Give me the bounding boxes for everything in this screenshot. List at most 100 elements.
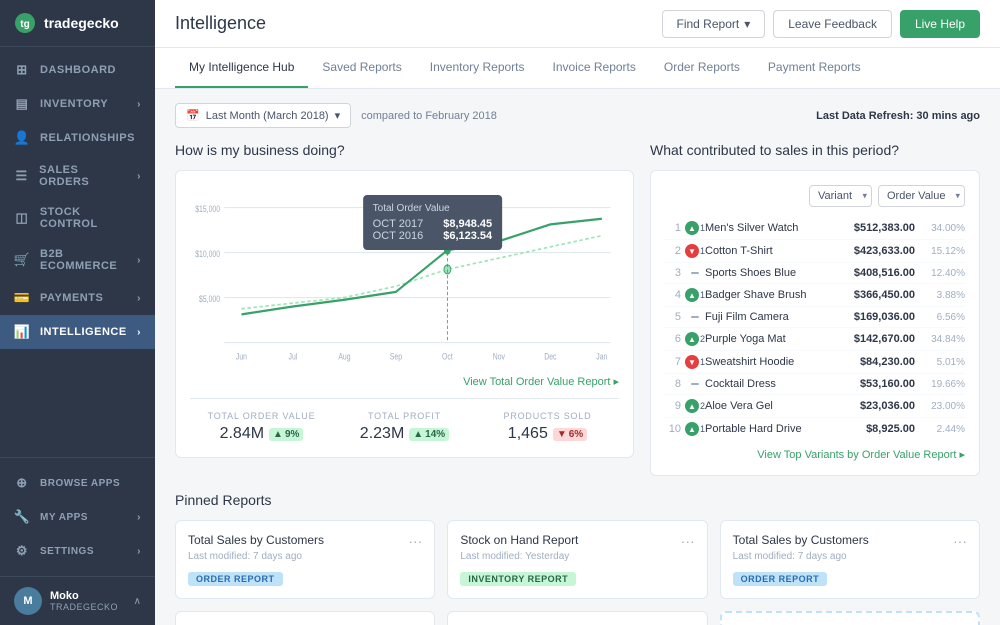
table-row: 7 ▼1 Sweatshirt Hoodie $84,230.00 5.01% [665, 351, 965, 374]
find-report-button[interactable]: Find Report ▾ [662, 10, 766, 38]
row-pct: 5.01% [915, 357, 965, 368]
live-help-button[interactable]: Live Help [900, 10, 980, 38]
row-number: 3 [665, 267, 685, 279]
neutral-indicator [691, 383, 699, 385]
row-indicator: ▲2 [685, 332, 705, 346]
view-variants-link[interactable]: View Top Variants by Order Value Report … [665, 448, 965, 461]
leave-feedback-button[interactable]: Leave Feedback [773, 10, 892, 38]
sidebar-item-dashboard[interactable]: ⊞ Dashboard [0, 53, 155, 87]
chevron-right-icon-5: › [137, 327, 141, 338]
report-tag: ORDER REPORT [733, 572, 828, 586]
chart-view-link[interactable]: View Total Order Value Report ▸ [190, 375, 619, 388]
sidebar-item-relationships[interactable]: 👤 Relationships [0, 121, 155, 155]
row-pct: 3.88% [915, 290, 965, 301]
row-pct: 6.56% [915, 312, 965, 323]
tab-order[interactable]: Order Reports [650, 48, 754, 88]
report-card-3: Sales Commission February 2018 ··· Last … [175, 611, 435, 625]
main-content: Intelligence Find Report ▾ Leave Feedbac… [155, 0, 1000, 625]
report-tag: ORDER REPORT [188, 572, 283, 586]
report-menu-button[interactable]: ··· [681, 533, 695, 549]
sidebar-label-stock-control: Stock Control [40, 206, 141, 230]
variant-select[interactable]: Variant [809, 185, 872, 207]
tab-hub[interactable]: My Intelligence Hub [175, 48, 308, 88]
stat-total-order-value: Total Order Value 2.84M ▲ 9% [190, 411, 333, 443]
variant-select-wrapper: Variant [809, 185, 872, 207]
chevron-right-icon: › [137, 99, 141, 110]
tab-inventory[interactable]: Inventory Reports [416, 48, 539, 88]
svg-text:Jan: Jan [596, 352, 607, 362]
row-pct: 34.00% [915, 223, 965, 234]
sales-table: 1 ▲1 Men's Silver Watch $512,383.00 34.0… [665, 217, 965, 440]
row-pct: 19.66% [915, 379, 965, 390]
stat-badge-products: ▼ 6% [553, 428, 587, 441]
relationships-icon: 👤 [14, 130, 30, 146]
content-area: 📅 Last Month (March 2018) ▾ compared to … [155, 89, 1000, 625]
row-indicator: ▲2 [685, 399, 705, 413]
report-card-0: Total Sales by Customers ··· Last modifi… [175, 520, 435, 599]
period-filter-button[interactable]: 📅 Last Month (March 2018) ▾ [175, 103, 351, 128]
report-menu-button[interactable]: ··· [408, 533, 422, 549]
sidebar-item-my-apps[interactable]: 🔧 My Apps › [0, 500, 155, 534]
stock-control-icon: ◫ [14, 210, 30, 226]
sidebar-label-my-apps: My Apps [40, 512, 88, 523]
svg-text:tg: tg [20, 19, 29, 30]
sidebar-item-sales-orders[interactable]: ☰ Sales Orders › [0, 155, 155, 197]
table-row: 10 ▲1 Portable Hard Drive $8,925.00 2.44… [665, 418, 965, 440]
logo-text: tradegecko [44, 15, 119, 31]
up-indicator: ▲ [685, 288, 699, 302]
sidebar-item-browse-apps[interactable]: ⊕ Browse Apps [0, 466, 155, 500]
row-value: $423,633.00 [825, 245, 915, 257]
sidebar-item-payments[interactable]: 💳 Payments › [0, 281, 155, 315]
row-name: Men's Silver Watch [705, 222, 825, 234]
sidebar-user[interactable]: M Moko Tradegecko ∧ [0, 576, 155, 625]
report-date: Last modified: Yesterday [460, 551, 694, 562]
row-name: Portable Hard Drive [705, 423, 825, 435]
tab-saved[interactable]: Saved Reports [308, 48, 415, 88]
svg-text:Jul: Jul [289, 352, 298, 362]
row-value: $366,450.00 [825, 289, 915, 301]
sales-orders-icon: ☰ [14, 168, 29, 184]
report-name: Stock on Hand Report [460, 533, 578, 547]
sidebar-label-settings: Settings [40, 546, 94, 557]
chevron-right-icon-7: › [137, 546, 141, 557]
svg-text:Jun: Jun [236, 352, 247, 362]
chevron-right-icon-4: › [137, 293, 141, 304]
row-name: Aloe Vera Gel [705, 400, 825, 412]
table-row: 8 Cocktail Dress $53,160.00 19.66% [665, 374, 965, 395]
order-value-select[interactable]: Order Value [878, 185, 965, 207]
tab-payment[interactable]: Payment Reports [754, 48, 875, 88]
svg-text:Oct: Oct [442, 352, 453, 362]
sidebar-item-b2b[interactable]: 🛒 B2B Ecommerce › [0, 239, 155, 281]
tab-invoice[interactable]: Invoice Reports [539, 48, 650, 88]
sidebar-item-intelligence[interactable]: 📊 Intelligence › [0, 315, 155, 349]
sidebar-label-relationships: Relationships [40, 132, 135, 144]
report-menu-button[interactable]: ··· [953, 533, 967, 549]
chevron-right-icon-3: › [137, 255, 141, 266]
logo[interactable]: tg tradegecko [0, 0, 155, 47]
sidebar-item-stock-control[interactable]: ◫ Stock Control [0, 197, 155, 239]
row-value: $142,670.00 [825, 333, 915, 345]
pinned-title: Pinned Reports [175, 492, 980, 508]
row-name: Cocktail Dress [705, 378, 825, 390]
down-indicator: ▼ [685, 244, 699, 258]
row-number: 5 [665, 311, 685, 323]
row-value: $84,230.00 [825, 356, 915, 368]
sidebar-item-inventory[interactable]: ▤ Inventory › [0, 87, 155, 121]
row-indicator: ▼1 [685, 244, 705, 258]
topbar: Intelligence Find Report ▾ Leave Feedbac… [155, 0, 1000, 48]
pin-suggestion-card: 📌 Try pinning frequently-accessed report… [720, 611, 980, 625]
sidebar-item-settings[interactable]: ⚙ Settings › [0, 534, 155, 568]
inventory-icon: ▤ [14, 96, 30, 112]
sidebar-label-sales-orders: Sales Orders [39, 164, 127, 188]
order-value-select-wrapper: Order Value [878, 185, 965, 207]
row-number: 7 [665, 356, 685, 368]
table-row: 9 ▲2 Aloe Vera Gel $23,036.00 23.00% [665, 395, 965, 418]
row-number: 9 [665, 400, 685, 412]
browse-apps-icon: ⊕ [14, 475, 30, 491]
row-value: $23,036.00 [825, 400, 915, 412]
reports-grid: Total Sales by Customers ··· Last modifi… [175, 520, 980, 625]
row-value: $408,516.00 [825, 267, 915, 279]
report-name: Total Sales by Customers [733, 533, 869, 547]
up-indicator: ▲ [685, 332, 699, 346]
my-apps-icon: 🔧 [14, 509, 30, 525]
